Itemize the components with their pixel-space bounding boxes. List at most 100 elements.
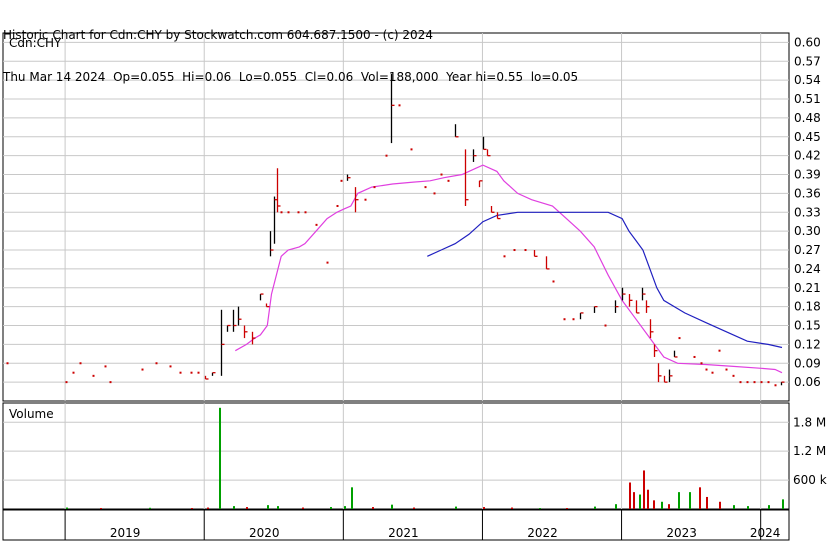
price-tick-label: 0.36	[794, 186, 821, 200]
price-point	[503, 255, 506, 258]
volume-bar	[539, 508, 541, 510]
price-point	[746, 381, 749, 384]
volume-bar	[768, 505, 770, 509]
price-tick-label: 0.09	[794, 356, 821, 370]
price-tick-label: 0.51	[794, 92, 821, 106]
price-point	[693, 355, 696, 358]
volume-bar	[733, 505, 735, 509]
volume-panel: 1.8 M 1.2 M 600 k Volume	[2, 402, 827, 510]
volume-bar	[747, 506, 749, 509]
volume-bar	[629, 482, 631, 509]
price-point	[141, 368, 144, 371]
price-point	[700, 362, 703, 365]
volume-bar	[647, 489, 649, 509]
volume-bar	[455, 506, 457, 509]
volume-bar	[689, 492, 691, 509]
price-point	[92, 374, 95, 377]
price-point	[563, 318, 566, 321]
price-point	[572, 318, 575, 321]
volume-bar	[643, 470, 645, 509]
volume-title: Volume	[9, 407, 54, 421]
price-point	[280, 211, 283, 214]
price-point	[340, 179, 343, 182]
price-point	[155, 362, 158, 365]
chart-header: Historic Chart for Cdn:CHY by Stockwatch…	[3, 0, 578, 98]
volume-bar	[267, 505, 269, 509]
price-point	[410, 148, 413, 151]
price-point	[190, 371, 193, 374]
volume-bar	[219, 407, 221, 509]
volume-bar	[344, 506, 346, 509]
price-point	[169, 365, 172, 368]
volume-bar	[351, 487, 353, 509]
price-point	[65, 381, 68, 384]
x-axis: 2019 2020 2021 2022 2023 2024	[2, 509, 790, 541]
volume-y-axis: 1.8 M 1.2 M 600 k	[793, 415, 827, 487]
price-point	[79, 362, 82, 365]
price-tick-label: 0.24	[794, 262, 821, 276]
x-tick-label: 2022	[527, 526, 558, 540]
price-point	[604, 324, 607, 327]
price-tick-label: 0.21	[794, 281, 821, 295]
volume-bar	[246, 507, 248, 509]
x-tick-label: 2023	[666, 526, 697, 540]
price-point	[552, 280, 555, 283]
volume-bar	[100, 508, 102, 510]
volume-bar	[483, 507, 485, 509]
volume-tick-label: 600 k	[793, 473, 827, 487]
volume-bar	[594, 506, 596, 509]
price-point	[109, 381, 112, 384]
volume-bar	[678, 492, 680, 509]
volume-bar	[277, 506, 279, 509]
price-point	[705, 368, 708, 371]
price-point	[774, 384, 777, 387]
volume-bar	[149, 507, 151, 509]
x-tick-label: 2024	[750, 526, 781, 540]
volume-bar	[699, 487, 701, 509]
price-point	[725, 368, 728, 371]
price-tick-label: 0.33	[794, 205, 821, 219]
price-point	[104, 365, 107, 368]
price-point	[6, 362, 9, 365]
price-tick-label: 0.39	[794, 168, 821, 182]
volume-bar	[233, 506, 235, 509]
price-point	[513, 249, 516, 252]
volume-bar	[413, 507, 415, 509]
volume-bar	[511, 507, 513, 509]
price-point	[732, 374, 735, 377]
price-tick-label: 0.57	[794, 54, 821, 68]
price-tick-label: 0.60	[794, 35, 821, 49]
volume-bar	[207, 507, 209, 509]
header-quote: Thu Mar 14 2024 Op=0.055 Hi=0.06 Lo=0.05…	[3, 70, 579, 84]
volume-bar	[330, 507, 332, 509]
price-point	[718, 349, 721, 352]
volume-bar	[661, 501, 663, 509]
price-point	[447, 179, 450, 182]
volume-tick-label: 1.2 M	[793, 444, 826, 458]
price-point	[326, 261, 329, 264]
price-point	[72, 371, 75, 374]
price-y-axis: 0.60 0.57 0.54 0.51 0.48 0.45 0.42 0.39 0.36 0.33…	[794, 35, 821, 389]
volume-bar	[653, 500, 655, 509]
price-point	[315, 223, 318, 226]
price-point	[424, 186, 427, 189]
price-point	[304, 211, 307, 214]
price-point	[297, 211, 300, 214]
price-point	[398, 104, 401, 107]
price-point	[373, 186, 376, 189]
volume-tick-label: 1.8 M	[793, 415, 826, 429]
price-tick-label: 0.30	[794, 224, 821, 238]
price-point	[433, 192, 436, 195]
price-point	[711, 371, 714, 374]
volume-bar	[566, 508, 568, 510]
x-tick-label: 2019	[110, 526, 141, 540]
price-tick-label: 0.15	[794, 319, 821, 333]
price-point	[364, 198, 367, 201]
volume-bar	[191, 508, 193, 510]
header-title: Historic Chart for Cdn:CHY by Stockwatch…	[3, 28, 433, 42]
volume-bar	[302, 507, 304, 509]
price-point	[336, 204, 339, 207]
volume-bar	[782, 499, 784, 509]
volume-bar	[391, 504, 393, 509]
volume-bar	[639, 494, 641, 509]
